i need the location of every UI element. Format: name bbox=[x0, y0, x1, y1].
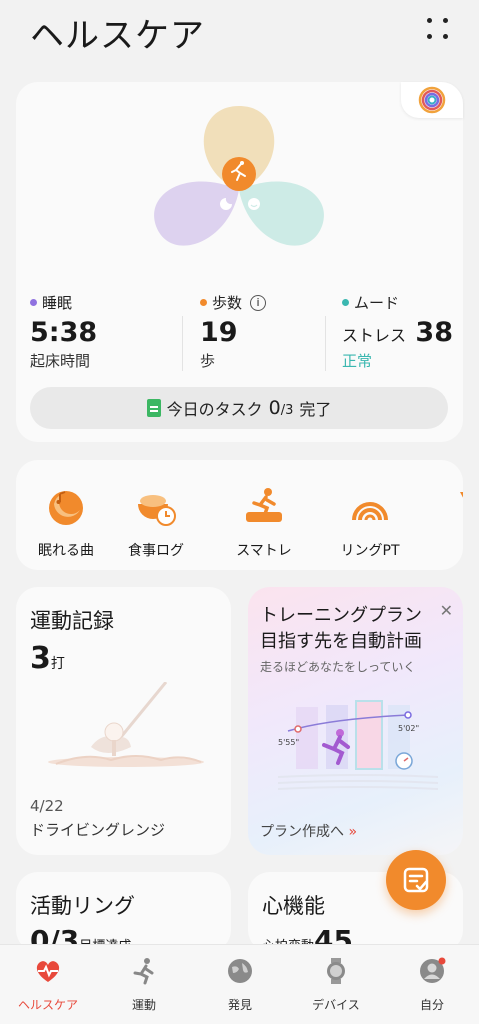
task-done: 0 bbox=[268, 397, 281, 419]
pace-label-start: 5'55" bbox=[278, 738, 299, 747]
tab-devices[interactable]: デバイス bbox=[288, 957, 384, 1013]
sleep-sub: 起床時間 bbox=[30, 352, 91, 370]
tab-label: 発見 bbox=[227, 998, 252, 1012]
notification-dot bbox=[438, 957, 446, 965]
smart-training-icon bbox=[246, 488, 282, 522]
exercise-record-card[interactable]: 運動記録 3打 4/22 ドライビングレンジ bbox=[16, 587, 231, 855]
shortcut-label: 食事ログ bbox=[128, 543, 184, 559]
sleep-dot bbox=[30, 299, 37, 306]
steps-label: 歩数 bbox=[212, 294, 243, 312]
tab-healthcare[interactable]: ヘルスケア bbox=[0, 957, 96, 1013]
stress-value: 38 bbox=[415, 317, 453, 348]
document-icon bbox=[146, 399, 161, 417]
heart-pulse-icon bbox=[36, 961, 60, 982]
tab-label: デバイス bbox=[312, 998, 360, 1012]
stress-status: 正常 bbox=[342, 352, 373, 370]
create-plan-link[interactable]: プラン作成へ » bbox=[260, 821, 357, 841]
training-plan-card[interactable]: トレーニングプラン 目指す先を自動計画 ✕ 走るほどあなたをしっていく 5'55… bbox=[248, 587, 463, 855]
exercise-title: 運動記録 bbox=[30, 609, 114, 633]
sleep-music-icon bbox=[49, 491, 83, 525]
runner-icon bbox=[133, 958, 154, 985]
sleep-value: 5:38 bbox=[30, 317, 98, 348]
shortcut-label: リングPT bbox=[340, 543, 400, 559]
steps-stat[interactable]: 歩数 i 19 歩 bbox=[200, 292, 330, 371]
rainbow-ring-icon[interactable] bbox=[401, 82, 463, 118]
pace-label-end: 5'02" bbox=[398, 724, 419, 733]
sleep-petal bbox=[154, 181, 239, 246]
training-subtitle: 走るほどあなたをしっていく bbox=[260, 660, 416, 674]
exercise-count: 3 bbox=[30, 641, 51, 676]
bottom-tab-bar: ヘルスケア 運動 発見 デバイス 自分 bbox=[0, 944, 479, 1024]
profile-icon bbox=[420, 957, 446, 983]
steps-sub: 歩 bbox=[200, 352, 216, 370]
note-fab-button[interactable] bbox=[386, 850, 446, 910]
training-title-line2: 目指す先を自動計画 bbox=[260, 631, 422, 652]
shortcut-sleep-music[interactable]: 眠れる曲 bbox=[16, 486, 116, 560]
exercise-date: 4/22 bbox=[30, 797, 64, 815]
activity-ring-card[interactable]: 活動リング 0/3目標達成 bbox=[16, 872, 231, 952]
health-flower-chart[interactable] bbox=[144, 94, 334, 272]
shortcut-label: 眠れる曲 bbox=[38, 543, 94, 559]
app-header: ヘルスケア bbox=[0, 0, 479, 70]
divider bbox=[182, 316, 183, 371]
mood-dot bbox=[342, 299, 349, 306]
tab-me[interactable]: 自分 bbox=[384, 957, 479, 1013]
task-prefix: 今日のタスク bbox=[166, 400, 263, 419]
info-icon[interactable]: i bbox=[250, 294, 267, 311]
shortcut-label: 会 bbox=[426, 540, 463, 560]
shortcuts-row: 眠れる曲 食事ログ スマトレ リングPT 会 bbox=[16, 460, 463, 570]
mood-petal bbox=[239, 181, 324, 246]
divider bbox=[325, 316, 326, 371]
membership-icon bbox=[460, 492, 463, 498]
smile-icon bbox=[248, 198, 260, 210]
tab-label: ヘルスケア bbox=[17, 998, 78, 1012]
watch-icon bbox=[327, 958, 345, 984]
close-icon[interactable]: ✕ bbox=[440, 601, 453, 620]
page-title: ヘルスケア bbox=[30, 16, 205, 56]
ring-pt-icon bbox=[352, 502, 388, 521]
tab-label: 運動 bbox=[131, 998, 156, 1012]
steps-dot bbox=[200, 299, 207, 306]
sleep-stat[interactable]: 睡眠 5:38 起床時間 bbox=[30, 292, 160, 371]
training-title-line1: トレーニングプラン bbox=[260, 605, 422, 626]
globe-icon bbox=[228, 959, 252, 983]
exercise-unit: 打 bbox=[50, 656, 65, 672]
summary-stats: 睡眠 5:38 起床時間 歩数 i 19 歩 ムード ストレス 38 正常 bbox=[30, 292, 453, 382]
tab-discover[interactable]: 発見 bbox=[192, 957, 288, 1013]
task-total: /3 bbox=[280, 403, 294, 418]
chevrons-icon: » bbox=[348, 824, 358, 840]
shortcut-ring-pt[interactable]: リングPT bbox=[320, 486, 420, 560]
cardio-title: 心機能 bbox=[262, 894, 325, 918]
shortcut-smart-training[interactable]: スマトレ bbox=[214, 486, 314, 560]
shortcut-meal-log[interactable]: 食事ログ bbox=[106, 486, 206, 560]
mood-stat[interactable]: ムード ストレス 38 正常 bbox=[342, 292, 457, 371]
shortcut-membership[interactable]: 会 bbox=[426, 486, 463, 560]
task-suffix: 完了 bbox=[299, 400, 332, 419]
daily-task-button[interactable]: 今日のタスク 0/3 完了 bbox=[30, 387, 448, 429]
tab-exercise[interactable]: 運動 bbox=[96, 957, 192, 1013]
more-dots-icon[interactable] bbox=[427, 18, 449, 40]
sleep-label: 睡眠 bbox=[42, 294, 73, 312]
golf-club-illustration bbox=[48, 682, 204, 767]
tab-label: 自分 bbox=[419, 998, 444, 1012]
steps-value: 19 bbox=[200, 317, 238, 348]
stress-label: ストレス bbox=[342, 326, 407, 345]
daily-summary-card[interactable]: 睡眠 5:38 起床時間 歩数 i 19 歩 ムード ストレス 38 正常 今日の… bbox=[16, 82, 463, 442]
shortcut-label: スマトレ bbox=[236, 543, 292, 559]
exercise-place: ドライビングレンジ bbox=[30, 821, 166, 839]
mood-label: ムード bbox=[354, 294, 400, 312]
notes-icon bbox=[403, 867, 429, 893]
activity-title: 活動リング bbox=[30, 894, 135, 918]
meal-log-icon bbox=[138, 495, 176, 526]
training-illustration: 5'55" 5'02" bbox=[278, 700, 439, 790]
